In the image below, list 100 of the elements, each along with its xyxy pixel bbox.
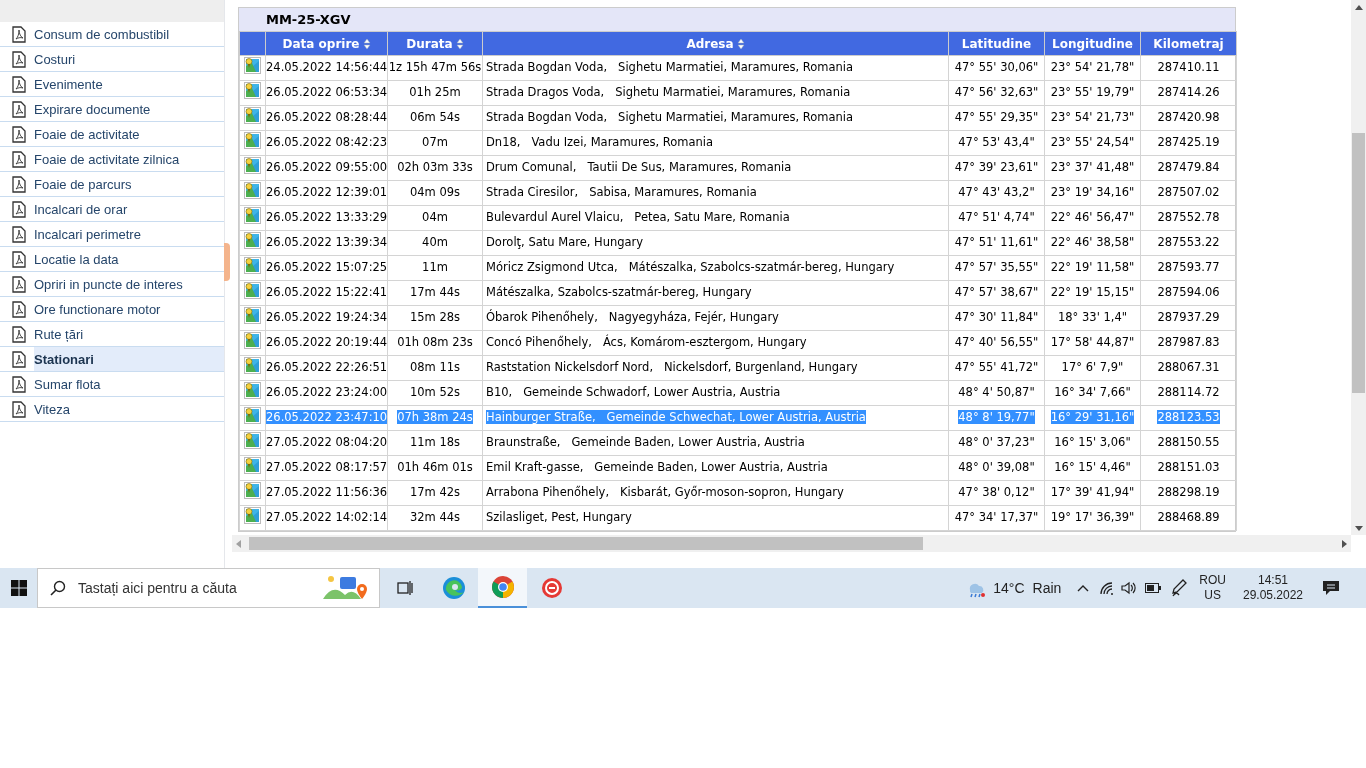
- column-header[interactable]: Durata: [387, 31, 483, 56]
- table-cell: 27.05.2022 14:02:14: [266, 510, 388, 525]
- sort-icon[interactable]: [736, 38, 745, 50]
- scroll-up-icon[interactable]: [1354, 5, 1363, 10]
- sidebar-item[interactable]: Locatie la data: [34, 247, 224, 271]
- pdf-icon: [12, 375, 26, 393]
- map-icon[interactable]: [244, 231, 261, 249]
- edge-browser-icon: [441, 576, 466, 600]
- table-cell: 01h 25m: [409, 85, 461, 100]
- sort-icon[interactable]: [362, 38, 371, 50]
- table-cell: Concó Pihenőhely, Ács, Komárom-esztergom, Hungary: [486, 335, 807, 350]
- table-title: MM-25-XGV: [239, 8, 1235, 31]
- map-icon[interactable]: [244, 131, 261, 149]
- sidebar-item[interactable]: Foaie de activitate zilnica: [34, 147, 224, 171]
- pdf-icon: [12, 300, 26, 318]
- sidebar-item[interactable]: Foaie de parcurs: [34, 172, 224, 196]
- table-cell: 24.05.2022 14:56:44: [266, 60, 388, 75]
- taskbar-button[interactable]: [478, 568, 527, 608]
- table-cell: Hainburger Straße, Gemeinde Schwechat, Lower Austria, Austria: [486, 410, 866, 425]
- table-cell: 17° 6' 7,9": [1061, 360, 1124, 375]
- sidebar-item[interactable]: Stationari: [34, 347, 224, 371]
- table-cell: 26.05.2022 15:22:41: [266, 285, 388, 300]
- map-icon[interactable]: [244, 81, 261, 99]
- windows-icon[interactable]: [10, 580, 27, 596]
- table-cell: Bulevardul Aurel Vlaicu, Petea, Satu Mare, Romania: [486, 210, 790, 225]
- vertical-scrollbar[interactable]: [1351, 0, 1366, 535]
- scroll-left-icon[interactable]: [236, 539, 241, 548]
- scroll-right-icon[interactable]: [1342, 539, 1347, 548]
- pdf-icon: [12, 400, 26, 418]
- table-cell: 40m: [422, 235, 448, 250]
- sidebar-item[interactable]: Incalcari de orar: [34, 197, 224, 221]
- wifi-icon[interactable]: [1099, 581, 1116, 595]
- chevron-up-icon[interactable]: [1077, 584, 1090, 592]
- map-icon[interactable]: [244, 356, 261, 374]
- map-icon[interactable]: [244, 281, 261, 299]
- table-cell: 26.05.2022 09:55:00: [266, 160, 388, 175]
- map-icon[interactable]: [244, 506, 261, 524]
- map-icon[interactable]: [244, 431, 261, 449]
- map-icon[interactable]: [244, 181, 261, 199]
- column-header: Kilometraj: [1140, 31, 1237, 56]
- scrollbar-thumb[interactable]: [1352, 133, 1365, 393]
- sort-icon[interactable]: [455, 38, 464, 50]
- table-cell: 18° 33' 1,4": [1057, 310, 1128, 325]
- map-icon[interactable]: [244, 156, 261, 174]
- map-icon[interactable]: [244, 406, 261, 424]
- map-icon[interactable]: [244, 106, 261, 124]
- map-icon[interactable]: [244, 56, 261, 74]
- sidebar-item[interactable]: Rute țări: [34, 322, 224, 346]
- scroll-down-icon[interactable]: [1354, 526, 1363, 531]
- scrollbar-thumb[interactable]: [249, 537, 923, 550]
- table-cell: Arrabona Pihenőhely, Kisbarát, Győr-moson-sopron, Hungary: [486, 485, 844, 500]
- volume-icon[interactable]: [1121, 581, 1138, 595]
- map-icon[interactable]: [244, 256, 261, 274]
- pdf-icon: [12, 150, 26, 168]
- table-cell: 288468.89: [1157, 510, 1220, 525]
- splitter-handle[interactable]: [224, 243, 230, 281]
- clock[interactable]: 14:51 29.05.2022: [1238, 573, 1308, 603]
- table-cell: 1z 15h 47m 56s: [388, 60, 482, 75]
- sidebar-item[interactable]: Sumar flota: [34, 372, 224, 396]
- table-cell: 27.05.2022 08:04:20: [266, 435, 388, 450]
- map-icon[interactable]: [244, 381, 261, 399]
- table-cell: 288298.19: [1157, 485, 1220, 500]
- sidebar-item[interactable]: Foaie de activitate: [34, 122, 224, 146]
- sidebar-item[interactable]: Costuri: [34, 47, 224, 71]
- column-header[interactable]: Adresa: [482, 31, 949, 56]
- notification-icon[interactable]: [1322, 580, 1340, 596]
- column-header: Longitudine: [1044, 31, 1141, 56]
- weather-condition[interactable]: Rain: [1032, 577, 1062, 599]
- task-view-icon: [395, 580, 414, 596]
- temperature-text[interactable]: 14°C: [993, 577, 1025, 599]
- map-icon[interactable]: [244, 206, 261, 224]
- battery-icon[interactable]: [1145, 583, 1162, 593]
- map-icon[interactable]: [244, 331, 261, 349]
- table-cell: 22° 46' 56,47": [1050, 210, 1135, 225]
- sidebar-item[interactable]: Viteza: [34, 397, 224, 421]
- table-cell: 23° 19' 34,16": [1050, 185, 1135, 200]
- table-cell: 288067.31: [1157, 360, 1220, 375]
- table-cell: 287410.11: [1157, 60, 1220, 75]
- sidebar-item[interactable]: Ore functionare motor: [34, 297, 224, 321]
- sidebar-item[interactable]: Opriri in puncte de interes: [34, 272, 224, 296]
- map-icon[interactable]: [244, 306, 261, 324]
- table-cell: 47° 40' 56,55": [954, 335, 1039, 350]
- search-field[interactable]: Tastați aici pentru a căuta: [37, 568, 380, 608]
- sidebar-item[interactable]: Evenimente: [34, 72, 224, 96]
- table-cell: Mátészalka, Szabolcs-szatmár-bereg, Hungary: [486, 285, 752, 300]
- sidebar-item[interactable]: Incalcari perimetre: [34, 222, 224, 246]
- table-cell: 48° 4' 50,87": [958, 385, 1035, 400]
- table-cell: 23° 54' 21,73": [1050, 110, 1135, 125]
- table-cell: 287594.06: [1157, 285, 1220, 300]
- language-indicator[interactable]: ROU US: [1199, 573, 1226, 603]
- sidebar-item[interactable]: Consum de combustibil: [34, 22, 224, 46]
- map-icon[interactable]: [244, 481, 261, 499]
- table-cell: Raststation Nickelsdorf Nord, Nickelsdorf, Burgenland, Hungary: [486, 360, 858, 375]
- table-cell: 07m: [422, 135, 448, 150]
- sidebar-item[interactable]: Expirare documente: [34, 97, 224, 121]
- column-header[interactable]: Data oprire: [265, 31, 388, 56]
- pen-icon[interactable]: [1171, 579, 1188, 597]
- map-icon[interactable]: [244, 456, 261, 474]
- horizontal-scrollbar[interactable]: [232, 535, 1351, 552]
- table-cell: 287593.77: [1157, 260, 1220, 275]
